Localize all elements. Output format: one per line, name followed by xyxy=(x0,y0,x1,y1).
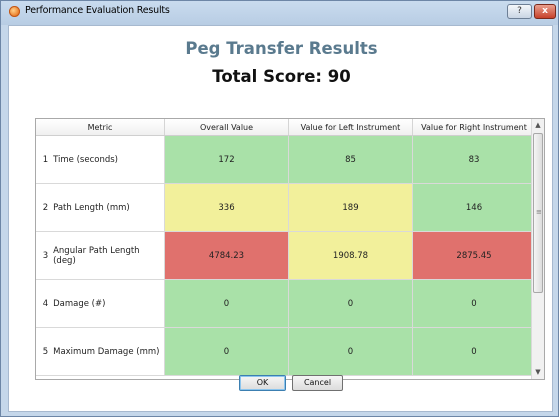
total-score: Total Score: 90 xyxy=(212,67,351,86)
table-row[interactable]: 1 Time (seconds) 172 85 83 xyxy=(36,135,536,184)
dialog-content: Peg Transfer Results Total Score: 90 Met… xyxy=(8,25,553,412)
metric-name: Path Length (mm) xyxy=(50,183,166,232)
metric-name: Maximum Damage (mm) xyxy=(50,327,166,376)
left-value: 1908.78 xyxy=(288,231,413,280)
table-scrollbar[interactable]: ▲ ≡ ▼ xyxy=(531,119,544,379)
metrics-table: Metric Overall Value Value for Left Inst… xyxy=(35,118,545,380)
right-value: 0 xyxy=(412,327,536,376)
right-value: 83 xyxy=(412,135,536,184)
row-index: 5 xyxy=(36,327,51,376)
overall-value: 0 xyxy=(164,279,289,328)
table-header-row: Metric Overall Value Value for Left Inst… xyxy=(36,119,536,136)
row-index: 4 xyxy=(36,279,51,328)
scroll-up-arrow-icon[interactable]: ▲ xyxy=(532,119,544,132)
right-value: 2875.45 xyxy=(412,231,536,280)
overall-value: 4784.23 xyxy=(164,231,289,280)
left-value: 0 xyxy=(288,327,413,376)
scroll-down-arrow-icon[interactable]: ▼ xyxy=(532,366,544,379)
ok-button[interactable]: OK xyxy=(239,375,286,391)
app-icon xyxy=(9,6,20,17)
title-bar[interactable]: Performance Evaluation Results ? x xyxy=(1,1,558,23)
column-header-overall[interactable]: Overall Value xyxy=(164,119,289,136)
right-value: 0 xyxy=(412,279,536,328)
close-button[interactable]: x xyxy=(534,4,556,19)
table-row[interactable]: 2 Path Length (mm) 336 189 146 xyxy=(36,183,536,232)
scrollbar-thumb[interactable]: ≡ xyxy=(533,133,543,293)
table-row[interactable]: 3 Angular Path Length (deg) 4784.23 1908… xyxy=(36,231,536,280)
row-index: 1 xyxy=(36,135,51,184)
row-index: 3 xyxy=(36,231,51,280)
metric-name: Angular Path Length (deg) xyxy=(50,231,166,280)
column-header-left[interactable]: Value for Left Instrument xyxy=(288,119,413,136)
results-title: Peg Transfer Results xyxy=(185,39,378,58)
overall-value: 336 xyxy=(164,183,289,232)
table-row[interactable]: 4 Damage (#) 0 0 0 xyxy=(36,279,536,328)
overall-value: 0 xyxy=(164,327,289,376)
metric-name: Time (seconds) xyxy=(50,135,166,184)
left-value: 0 xyxy=(288,279,413,328)
grip-icon: ≡ xyxy=(536,208,542,216)
row-index: 2 xyxy=(36,183,51,232)
cancel-button[interactable]: Cancel xyxy=(292,375,343,391)
column-header-metric[interactable]: Metric xyxy=(36,119,165,136)
results-dialog: Performance Evaluation Results ? x Peg T… xyxy=(0,0,559,417)
column-header-right[interactable]: Value for Right Instrument xyxy=(412,119,536,136)
window-title: Performance Evaluation Results xyxy=(25,5,170,16)
right-value: 146 xyxy=(412,183,536,232)
left-value: 85 xyxy=(288,135,413,184)
table-row[interactable]: 5 Maximum Damage (mm) 0 0 0 xyxy=(36,327,536,376)
overall-value: 172 xyxy=(164,135,289,184)
left-value: 189 xyxy=(288,183,413,232)
help-button[interactable]: ? xyxy=(507,4,532,19)
metric-name: Damage (#) xyxy=(50,279,166,328)
